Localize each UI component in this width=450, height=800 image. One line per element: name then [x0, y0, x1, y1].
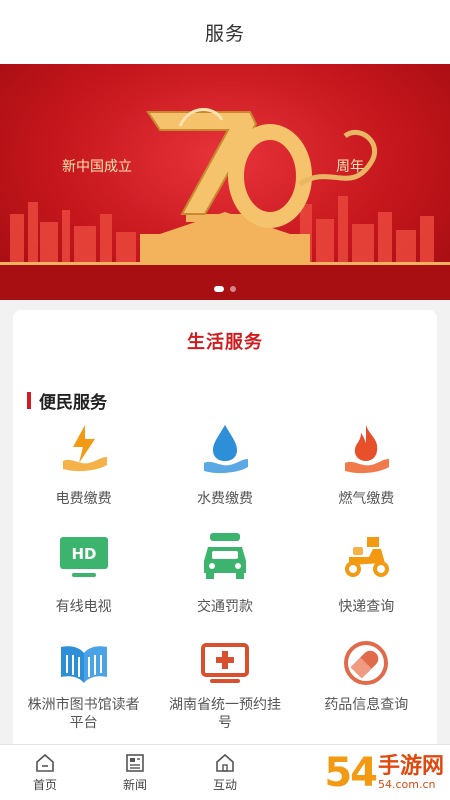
service-grid: 电费缴费 水费缴费 燃气缴费 HD 有线电视 交通罚款 快递查询 株洲市图书馆读… — [13, 420, 437, 744]
news-icon — [126, 754, 144, 772]
tab-news[interactable]: 新闻 — [90, 745, 180, 800]
banner-artwork — [0, 108, 450, 300]
service-gas[interactable]: 燃气缴费 — [296, 420, 437, 528]
hospital-icon — [197, 636, 253, 692]
card-title: 生活服务 — [187, 332, 263, 353]
tab-interact[interactable]: 互动 — [180, 745, 270, 800]
service-hospital[interactable]: 湖南省统一预约挂号 — [154, 636, 295, 744]
service-traffic-fine[interactable]: 交通罚款 — [154, 528, 295, 636]
service-drug-query[interactable]: 药品信息查询 — [296, 636, 437, 744]
section-header: 便民服务 — [27, 388, 437, 413]
service-express[interactable]: 快递查询 — [296, 528, 437, 636]
tile-label: 水费缴费 — [196, 491, 253, 507]
tab-home[interactable]: 首页 — [0, 745, 90, 800]
tile-label: 药品信息查询 — [324, 697, 409, 713]
tv-hd-icon: HD — [56, 528, 112, 584]
book-icon — [56, 636, 112, 692]
watermark-text: 手游网 54.com.cn — [378, 755, 444, 791]
tab-label: 新闻 — [122, 778, 147, 792]
service-electricity[interactable]: 电费缴费 — [13, 420, 154, 528]
home-icon — [36, 753, 54, 772]
tab-label: 互动 — [212, 778, 237, 792]
banner-carousel[interactable]: 新中国成立 周年 — [0, 64, 450, 300]
tab-label: 首页 — [32, 778, 57, 792]
banner-caption-right: 周年 — [336, 159, 364, 175]
banner-caption-left: 新中国成立 — [62, 159, 132, 175]
site-watermark-logo: 54 手游网 54.com.cn — [324, 750, 444, 796]
scooter-icon — [338, 528, 394, 584]
section-accent-bar — [27, 392, 31, 409]
tile-label: 有线电视 — [55, 599, 112, 615]
top-bar: 服务 — [0, 0, 450, 64]
car-icon — [197, 528, 253, 584]
life-service-card: 生活服务 便民服务 电费缴费 水费缴费 燃气缴费 HD 有线电视 交通罚款 快递… — [13, 310, 437, 750]
service-cable-tv[interactable]: HD 有线电视 — [13, 528, 154, 636]
watermark-url: 54.com.cn — [377, 778, 436, 791]
flame-icon — [338, 420, 394, 476]
tile-label: 燃气缴费 — [338, 491, 395, 507]
svg-text:HD: HD — [71, 545, 96, 563]
electricity-icon — [56, 420, 112, 476]
carousel-indicator — [0, 286, 450, 292]
page-title: 服务 — [204, 22, 245, 45]
service-library[interactable]: 株洲市图书馆读者平台 — [13, 636, 154, 744]
water-drop-icon — [197, 420, 253, 476]
service-water[interactable]: 水费缴费 — [154, 420, 295, 528]
tile-label: 电费缴费 — [55, 491, 112, 507]
watermark-name: 手游网 — [377, 754, 444, 779]
tile-label: 株洲市图书馆读者平台 — [27, 697, 140, 731]
tile-label: 湖南省统一预约挂号 — [168, 697, 281, 731]
section-title: 便民服务 — [39, 393, 107, 413]
carousel-dot[interactable] — [230, 286, 236, 292]
carousel-dot-active[interactable] — [214, 286, 224, 292]
tile-label: 快递查询 — [338, 599, 395, 615]
tile-label: 交通罚款 — [196, 599, 253, 615]
pill-icon — [338, 636, 394, 692]
watermark-number: 54 — [324, 750, 378, 796]
interact-icon — [216, 753, 234, 772]
